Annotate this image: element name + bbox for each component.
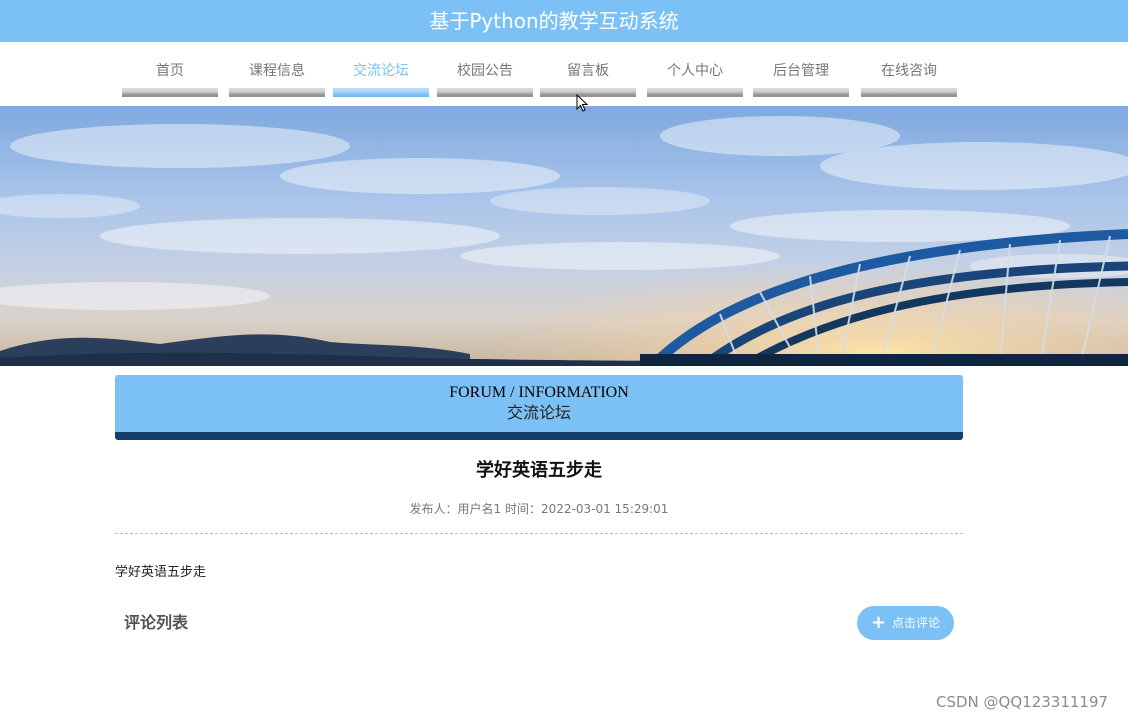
nav-item-underline xyxy=(437,88,533,97)
nav-item-label: 个人中心 xyxy=(667,63,723,79)
mouse-cursor-icon xyxy=(576,94,588,112)
nav-item-courses[interactable]: 课程信息 xyxy=(229,42,325,106)
nav-item-underline xyxy=(540,88,636,97)
nav-item-home[interactable]: 首页 xyxy=(122,42,218,106)
banner-image xyxy=(0,106,1128,366)
add-comment-button[interactable]: + 点击评论 xyxy=(857,606,954,640)
nav-item-admin[interactable]: 后台管理 xyxy=(753,42,849,106)
nav-item-underline xyxy=(647,88,743,97)
plus-icon: + xyxy=(871,612,887,633)
nav-item-forum[interactable]: 交流论坛 xyxy=(333,42,429,106)
nav-item-label: 首页 xyxy=(156,63,184,79)
nav-item-label: 交流论坛 xyxy=(353,63,409,79)
watermark: CSDN @QQ123311197 xyxy=(936,693,1109,711)
hero-banner xyxy=(0,106,1128,366)
nav-item-label: 课程信息 xyxy=(249,63,305,79)
post-meta: 发布人：用户名1 时间：2022-03-01 15:29:01 xyxy=(409,502,669,516)
post-content: 学好英语五步走 xyxy=(115,565,207,580)
add-comment-label: 点击评论 xyxy=(892,616,941,630)
divider xyxy=(115,533,963,534)
nav-item-message-board[interactable]: 留言板 xyxy=(540,42,636,106)
section-title-cn: 交流论坛 xyxy=(506,403,571,422)
nav-item-online-consult[interactable]: 在线咨询 xyxy=(861,42,957,106)
nav-item-label: 留言板 xyxy=(567,63,609,79)
nav-item-announcements[interactable]: 校园公告 xyxy=(437,42,533,106)
comments-title: 评论列表 xyxy=(124,613,189,632)
nav-item-label: 在线咨询 xyxy=(881,63,937,79)
nav-item-underline xyxy=(753,88,849,97)
site-title: 基于Python的教学互动系统 xyxy=(429,9,679,33)
section-header: FORUM / INFORMATION 交流论坛 xyxy=(115,375,963,440)
nav-item-underline xyxy=(861,88,957,97)
nav-item-underline xyxy=(229,88,325,97)
nav-item-label: 校园公告 xyxy=(457,63,513,79)
section-title-en: FORUM / INFORMATION xyxy=(449,384,629,401)
nav-item-label: 后台管理 xyxy=(773,63,829,79)
nav-item-underline xyxy=(333,88,429,97)
top-header: 基于Python的教学互动系统 xyxy=(0,0,1128,42)
post-title: 学好英语五步走 xyxy=(476,460,602,481)
nav-item-profile[interactable]: 个人中心 xyxy=(647,42,743,106)
nav-item-underline xyxy=(122,88,218,97)
main-nav: 首页 课程信息 交流论坛 校园公告 留言板 个人中心 后台管理 在线咨询 xyxy=(0,42,1128,106)
